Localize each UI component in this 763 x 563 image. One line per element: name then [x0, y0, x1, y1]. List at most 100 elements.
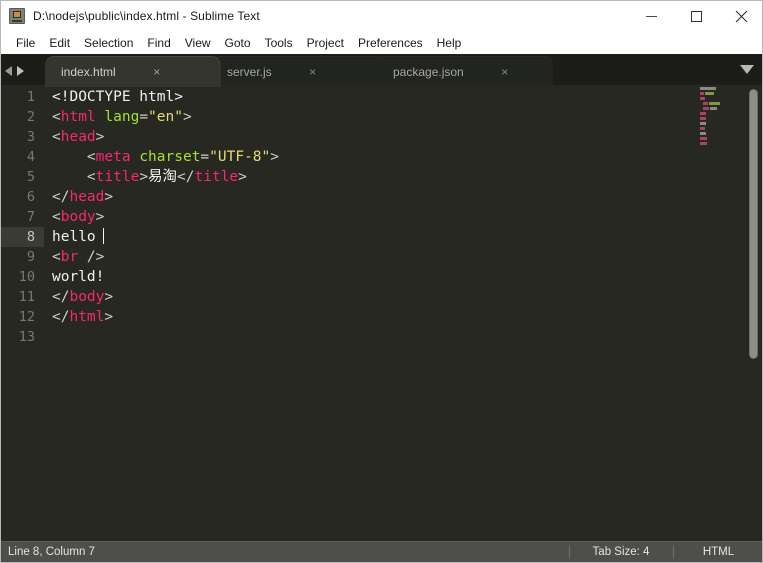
text-cursor: [103, 228, 105, 244]
sublime-text-window: D:\nodejs\public\index.html - Sublime Te…: [0, 0, 763, 563]
minimap-line: [684, 132, 742, 136]
maximize-button[interactable]: [674, 1, 719, 32]
cursor-position-status: Line 8, Column 7: [8, 545, 95, 558]
minimap-line: [684, 92, 742, 96]
token: <: [86, 169, 96, 185]
code-line[interactable]: 10 world!: [1, 267, 681, 287]
token: >: [270, 149, 279, 165]
token: "UTF-8": [209, 149, 271, 165]
token: />: [78, 249, 105, 265]
code-line[interactable]: 12 </html>: [1, 307, 681, 327]
menu-item-edit[interactable]: Edit: [42, 34, 77, 52]
line-source: <html lang="en">: [52, 107, 192, 127]
token: </: [177, 169, 195, 185]
minimap-segment: [700, 142, 707, 145]
code-area[interactable]: 1 <!DOCTYPE html> 2 <html lang="en"> 3 <head>…: [1, 87, 681, 542]
minimap-segment: [700, 117, 706, 120]
code-line[interactable]: 5 <title>易淘</title>: [1, 167, 681, 187]
vertical-scrollbar-thumb[interactable]: [749, 89, 758, 359]
token: </: [52, 309, 70, 325]
token: head: [69, 189, 105, 205]
token: html: [69, 309, 105, 325]
menu-item-goto[interactable]: Goto: [218, 34, 258, 52]
tab-close-icon[interactable]: ×: [492, 65, 518, 79]
code-line[interactable]: 8 hello: [1, 227, 681, 247]
line-number: 12: [18, 309, 35, 325]
code-line[interactable]: 1 <!DOCTYPE html>: [1, 87, 681, 107]
tab-navigation-arrows[interactable]: [5, 62, 43, 80]
minimap-line: [684, 117, 742, 121]
line-number: 10: [18, 269, 35, 285]
window-title: D:\nodejs\public\index.html - Sublime Te…: [33, 9, 260, 23]
minimap-line: [684, 87, 742, 91]
token: >: [182, 109, 192, 125]
minimap-line: [684, 107, 742, 111]
minimap[interactable]: [684, 87, 742, 542]
line-number: 5: [26, 169, 35, 185]
code-line[interactable]: 3 <head>: [1, 127, 681, 147]
line-number: 13: [18, 329, 35, 345]
vertical-scrollbar[interactable]: [746, 87, 761, 542]
token: <: [52, 209, 61, 225]
editor-pane[interactable]: 1 <!DOCTYPE html> 2 <html lang="en"> 3 <head>…: [1, 87, 762, 542]
line-number: 2: [26, 109, 35, 125]
tab-list-dropdown-icon[interactable]: [740, 65, 754, 74]
minimap-segment: [700, 127, 705, 130]
token: <: [86, 149, 96, 165]
tab-server-js[interactable]: server.js ×: [211, 56, 387, 87]
code-line[interactable]: 11 </body>: [1, 287, 681, 307]
line-number: 9: [26, 249, 35, 265]
line-source: hello: [52, 227, 105, 247]
menu-item-project[interactable]: Project: [300, 34, 351, 52]
status-bar: Line 8, Column 7 Tab Size: 4 HTML: [1, 541, 762, 562]
close-button[interactable]: [719, 1, 762, 32]
tab-package-json[interactable]: package.json ×: [377, 56, 553, 87]
token: >: [104, 309, 114, 325]
menu-item-view[interactable]: View: [178, 34, 218, 52]
tab-size-status[interactable]: Tab Size: 4: [569, 542, 673, 562]
line-source: </body>: [52, 287, 113, 307]
next-tab-arrow-icon[interactable]: [17, 66, 24, 76]
menu-item-find[interactable]: Find: [140, 34, 177, 52]
token: "en": [148, 109, 183, 125]
menu-item-help[interactable]: Help: [430, 34, 469, 52]
line-source: <head>: [52, 127, 104, 147]
line-number: 6: [26, 189, 35, 205]
token: head: [60, 129, 96, 145]
tab-index-html[interactable]: index.html ×: [45, 56, 221, 87]
code-line[interactable]: 4 <meta charset="UTF-8">: [1, 147, 681, 167]
menu-item-file[interactable]: File: [9, 34, 42, 52]
minimize-button[interactable]: [629, 1, 674, 32]
token: <: [52, 249, 61, 265]
line-number: 4: [26, 149, 35, 165]
token: >: [95, 129, 105, 145]
code-line[interactable]: 13: [1, 327, 681, 347]
line-number: 3: [26, 129, 35, 145]
token: =: [139, 109, 149, 125]
sublime-text-icon: [9, 8, 25, 24]
minimap-line: [684, 127, 742, 131]
tab-close-icon[interactable]: ×: [144, 65, 170, 79]
code-line[interactable]: 6 </head>: [1, 187, 681, 207]
token: </: [52, 189, 70, 205]
menu-item-preferences[interactable]: Preferences: [351, 34, 430, 52]
token: br: [60, 249, 79, 265]
minimap-segment: [700, 92, 704, 95]
minimap-line: [684, 102, 742, 106]
minimap-segment: [700, 87, 716, 90]
code-line[interactable]: 9 <br />: [1, 247, 681, 267]
code-line[interactable]: 7 <body>: [1, 207, 681, 227]
token: title: [95, 169, 140, 185]
menu-bar: File Edit Selection Find View Goto Tools Projec…: [1, 32, 762, 54]
prev-tab-arrow-icon[interactable]: [5, 66, 12, 76]
menu-item-selection[interactable]: Selection: [77, 34, 140, 52]
minimap-segment: [703, 102, 708, 105]
menu-item-tools[interactable]: Tools: [258, 34, 300, 52]
syntax-status[interactable]: HTML: [673, 542, 762, 562]
minimap-segment: [703, 107, 709, 110]
minimap-segment: [710, 107, 717, 110]
code-line[interactable]: 2 <html lang="en">: [1, 107, 681, 127]
tab-close-icon[interactable]: ×: [300, 65, 326, 79]
